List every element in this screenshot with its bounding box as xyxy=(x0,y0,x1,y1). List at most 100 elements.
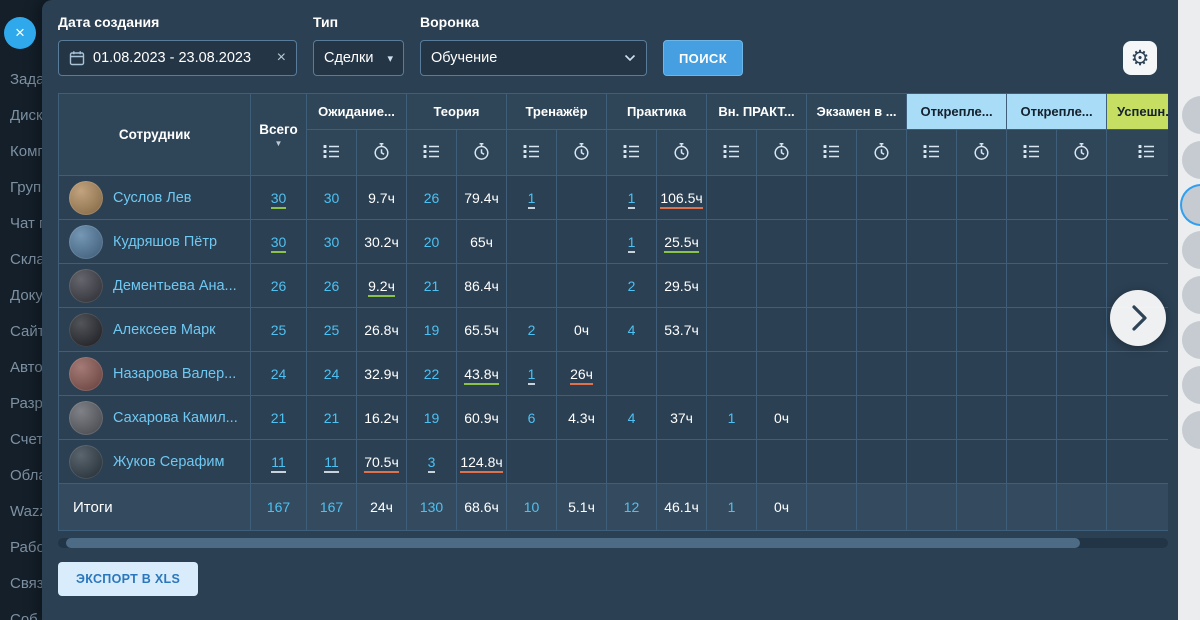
hours-cell xyxy=(857,352,907,396)
user-avatar[interactable] xyxy=(1182,321,1200,359)
count-cell xyxy=(1007,352,1057,396)
sidebar-item[interactable]: Обла xyxy=(0,458,42,494)
count-cell xyxy=(807,264,857,308)
user-avatar[interactable] xyxy=(1182,411,1200,449)
type-select[interactable]: Сделки ▾ xyxy=(313,40,404,76)
column-group-header: Вн. ПРАКТ... xyxy=(707,94,807,130)
employee-name-link[interactable]: Жуков Серафим xyxy=(113,454,224,470)
employee-cell: Алексеев Марк xyxy=(59,308,251,352)
avatar xyxy=(69,313,103,347)
sidebar-item[interactable]: Счет xyxy=(0,422,42,458)
chevron-down-icon: ▾ xyxy=(387,52,393,65)
hours-cell xyxy=(657,352,707,396)
count-cell xyxy=(1007,264,1057,308)
column-header-total[interactable]: Всего▼ xyxy=(251,94,307,176)
sidebar-item[interactable]: Авто xyxy=(0,350,42,386)
date-range-input[interactable]: 01.08.2023 - 23.08.2023 × xyxy=(58,40,297,76)
sidebar-item[interactable]: Соб xyxy=(0,602,42,620)
column-header-employee[interactable]: Сотрудник xyxy=(59,94,251,176)
employee-name-link[interactable]: Назарова Валер... xyxy=(113,366,236,382)
count-cell: 1 xyxy=(507,176,557,220)
search-button[interactable]: ПОИСК xyxy=(663,40,743,76)
user-avatar[interactable] xyxy=(1182,96,1200,134)
user-avatar[interactable] xyxy=(1182,231,1200,269)
sidebar-item[interactable]: Рабо xyxy=(0,530,42,566)
employee-row: Жуков Серафим111170.5ч3124.8ч xyxy=(59,440,1169,484)
count-cell: 21 xyxy=(307,396,357,440)
sidebar-item[interactable]: Доку xyxy=(0,278,42,314)
sidebar-item[interactable]: Груп xyxy=(0,170,42,206)
count-cell: 167 xyxy=(307,484,357,531)
count-cell: 1 xyxy=(607,220,657,264)
column-group-header: Теория xyxy=(407,94,507,130)
stopwatch-icon xyxy=(672,142,691,161)
close-slider-button[interactable]: × xyxy=(4,17,36,49)
count-cell xyxy=(507,264,557,308)
funnel-select[interactable]: Обучение xyxy=(420,40,647,76)
count-cell: 26 xyxy=(251,264,307,308)
hours-cell xyxy=(557,220,607,264)
hours-cell xyxy=(957,220,1007,264)
employee-name-link[interactable]: Алексеев Марк xyxy=(113,322,216,338)
ordered-list-icon xyxy=(522,142,541,161)
count-cell xyxy=(807,440,857,484)
hours-cell: 32.9ч xyxy=(357,352,407,396)
user-avatar[interactable] xyxy=(1182,186,1200,224)
count-cell xyxy=(1107,396,1168,440)
hours-cell xyxy=(1057,352,1107,396)
user-avatar[interactable] xyxy=(1182,366,1200,404)
sidebar-item[interactable]: Комп xyxy=(0,134,42,170)
count-cell: 12 xyxy=(607,484,657,531)
hours-cell xyxy=(757,440,807,484)
employee-name-link[interactable]: Кудряшов Пётр xyxy=(113,234,217,250)
horizontal-scrollbar[interactable] xyxy=(58,538,1168,548)
count-cell xyxy=(507,440,557,484)
next-slide-button[interactable] xyxy=(1110,290,1166,346)
user-avatar[interactable] xyxy=(1182,276,1200,314)
report-table: СотрудникВсего▼Ожидание...ТеорияТренажёр… xyxy=(58,93,1168,531)
count-cell: 25 xyxy=(251,308,307,352)
employee-cell: Дементьева Ана... xyxy=(59,264,251,308)
sidebar-item[interactable]: Разр xyxy=(0,386,42,422)
hours-cell: 79.4ч xyxy=(457,176,507,220)
sidebar-item[interactable]: Диск xyxy=(0,98,42,134)
sidebar-item[interactable]: Связ xyxy=(0,566,42,602)
column-group-header: Успешн... xyxy=(1107,94,1168,130)
employee-name-link[interactable]: Дементьева Ана... xyxy=(113,278,237,294)
employee-name-link[interactable]: Сахарова Камил... xyxy=(113,410,238,426)
hours-cell xyxy=(1057,264,1107,308)
sidebar-item[interactable]: Сайт xyxy=(0,314,42,350)
user-avatar[interactable] xyxy=(1182,141,1200,179)
sidebar-item[interactable]: Чат г xyxy=(0,206,42,242)
sidebar-item[interactable]: Скла xyxy=(0,242,42,278)
hours-cell: 9.2ч xyxy=(357,264,407,308)
hours-cell xyxy=(657,440,707,484)
hours-cell: 5.1ч xyxy=(557,484,607,531)
scrollbar-thumb[interactable] xyxy=(66,538,1080,548)
calendar-icon xyxy=(69,50,85,66)
count-cell xyxy=(707,220,757,264)
settings-button[interactable]: ⚙ xyxy=(1123,41,1157,75)
sidebar-item[interactable]: Wazz xyxy=(0,494,42,530)
hours-cell xyxy=(557,176,607,220)
hours-cell: 46.1ч xyxy=(657,484,707,531)
stopwatch-icon xyxy=(372,142,391,161)
count-cell: 167 xyxy=(251,484,307,531)
avatar xyxy=(69,445,103,479)
hours-cell xyxy=(857,220,907,264)
hours-cell: 0ч xyxy=(557,308,607,352)
count-cell: 10 xyxy=(507,484,557,531)
count-cell xyxy=(807,220,857,264)
hours-cell: 0ч xyxy=(757,484,807,531)
clear-date-icon[interactable]: × xyxy=(277,49,286,67)
export-xls-button[interactable]: ЭКСПОРТ В XLS xyxy=(58,562,198,596)
right-strip xyxy=(1178,0,1200,620)
hours-cell: 68.6ч xyxy=(457,484,507,531)
hours-cell xyxy=(957,440,1007,484)
hours-cell: 70.5ч xyxy=(357,440,407,484)
employee-name-link[interactable]: Суслов Лев xyxy=(113,190,192,206)
count-cell: 2 xyxy=(507,308,557,352)
sidebar-item[interactable]: Зада xyxy=(0,62,42,98)
count-cell xyxy=(907,264,957,308)
report-panel: Дата создания 01.08.2023 - 23.08.2023 × … xyxy=(42,0,1178,620)
